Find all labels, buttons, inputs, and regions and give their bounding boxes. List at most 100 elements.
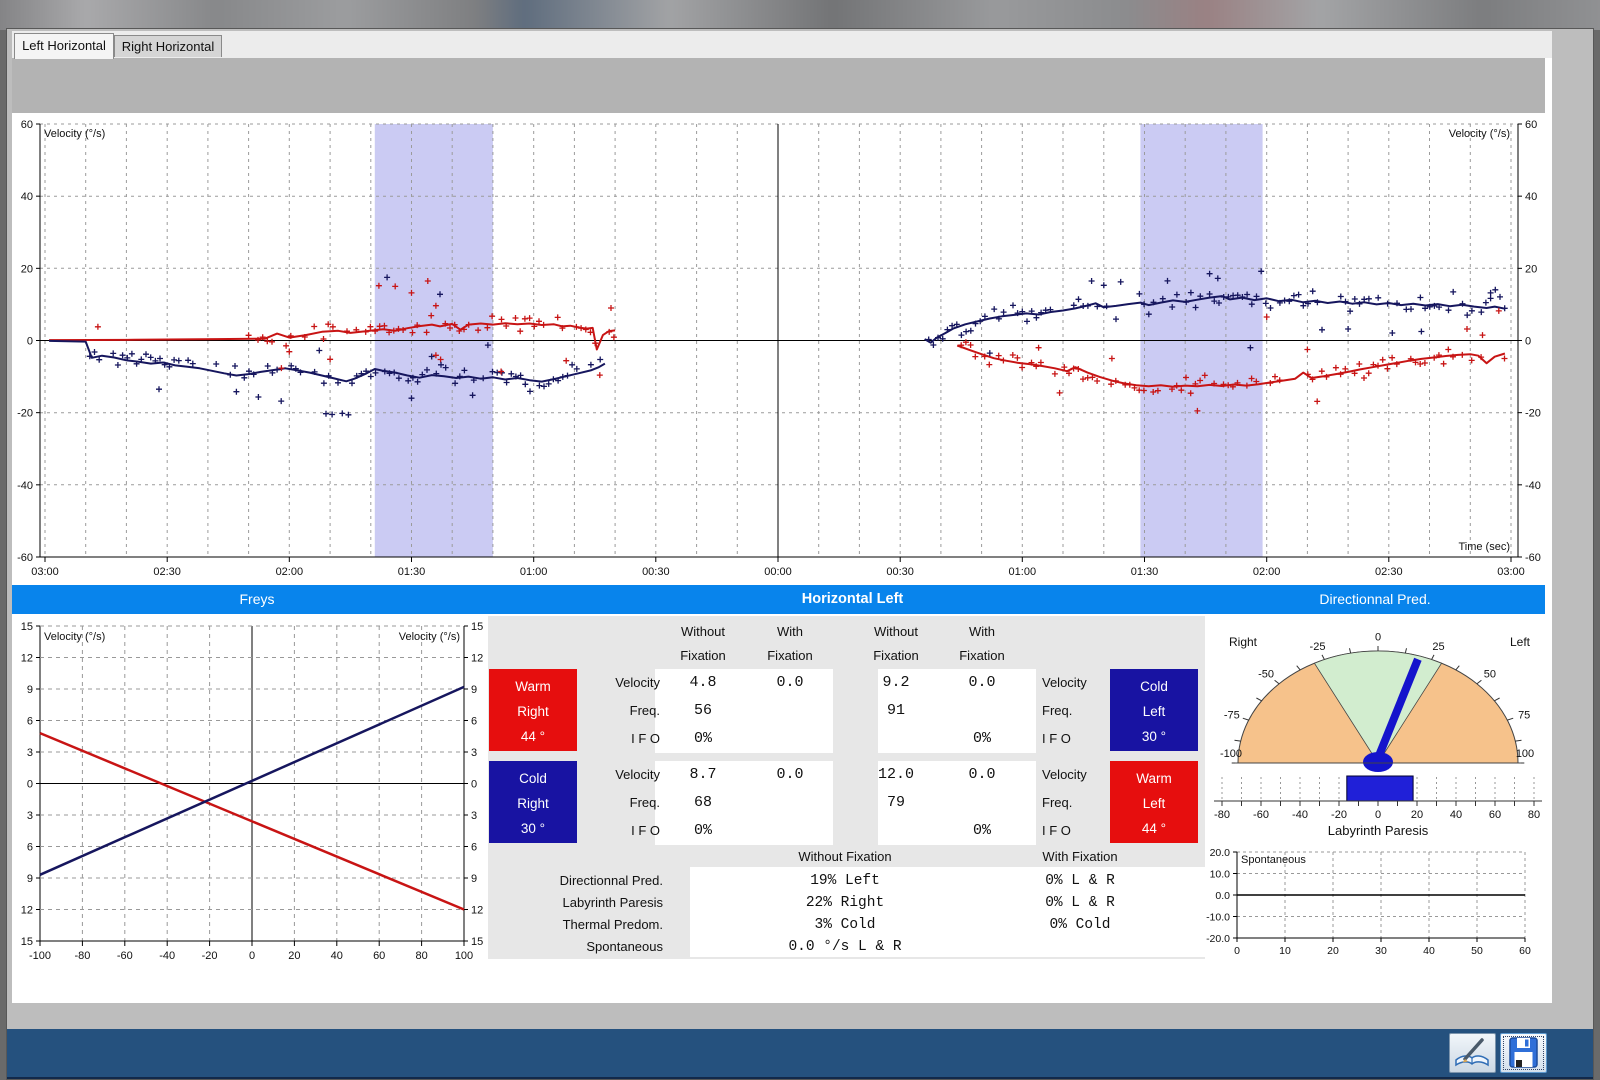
ifo-value: 0%: [658, 730, 748, 748]
svg-text:15: 15: [21, 621, 33, 633]
svg-text:3: 3: [471, 810, 477, 822]
row-label-velocity: Velocity: [550, 766, 660, 784]
svg-text:60: 60: [21, 119, 33, 131]
svg-text:Left: Left: [1510, 635, 1531, 649]
svg-text:60: 60: [373, 950, 385, 962]
svg-text:15: 15: [471, 936, 483, 948]
freq-value: 79: [851, 794, 941, 812]
row-label-velocity: Velocity: [1042, 674, 1152, 692]
svg-text:50: 50: [1484, 669, 1496, 681]
svg-text:6: 6: [27, 842, 33, 854]
svg-text:-60: -60: [1253, 809, 1269, 821]
svg-text:-60: -60: [117, 950, 133, 962]
velocity-value: 12.0: [851, 766, 941, 784]
toolbar-empty: [12, 58, 1545, 113]
tab-left-horizontal[interactable]: Left Horizontal: [14, 33, 114, 59]
svg-text:12: 12: [471, 905, 483, 917]
svg-text:02:30: 02:30: [1375, 566, 1403, 578]
svg-text:40: 40: [1423, 945, 1435, 957]
svg-text:100: 100: [455, 950, 473, 962]
svg-text:12: 12: [21, 653, 33, 665]
svg-text:-100: -100: [1220, 748, 1242, 760]
tab-right-horizontal[interactable]: Right Horizontal: [114, 35, 222, 57]
summary-value: 0% Cold: [990, 915, 1170, 935]
velocity-value: 0.0: [745, 674, 835, 692]
svg-text:80: 80: [1528, 809, 1540, 821]
svg-text:40: 40: [331, 950, 343, 962]
summary-value: 0.0 °/s L & R: [755, 937, 935, 957]
velocity-value: 4.8: [658, 674, 748, 692]
edit-report-button[interactable]: [1449, 1033, 1496, 1073]
svg-text:-40: -40: [17, 480, 33, 492]
row-label-ifo: I F O: [550, 730, 660, 748]
svg-text:3: 3: [27, 810, 33, 822]
column-header: WithoutFixation: [851, 619, 941, 667]
svg-text:01:00: 01:00: [1009, 566, 1037, 578]
svg-text:15: 15: [471, 621, 483, 633]
svg-text:6: 6: [27, 716, 33, 728]
row-label-velocity: Velocity: [550, 674, 660, 692]
svg-text:Velocity (°/s): Velocity (°/s): [399, 631, 460, 643]
column-header: WithoutFixation: [658, 619, 748, 667]
row-label-ifo: I F O: [1042, 730, 1152, 748]
svg-text:03:00: 03:00: [31, 566, 59, 578]
svg-text:60: 60: [1489, 809, 1501, 821]
svg-text:40: 40: [21, 191, 33, 203]
row-label-freq: Freq.: [1042, 794, 1152, 812]
velocity-value: 0.0: [937, 766, 1027, 784]
caloric-velocity-chart: 60604040202000-20-20-40-40-60-6003:0002:…: [12, 116, 1548, 584]
svg-text:6: 6: [471, 842, 477, 854]
summary-label: Spontaneous: [488, 937, 663, 957]
svg-text:12: 12: [21, 905, 33, 917]
tab-bar: Left Horizontal Right Horizontal: [12, 31, 1552, 58]
freq-value: 68: [658, 794, 748, 812]
svg-text:-20: -20: [1331, 809, 1347, 821]
svg-text:Labyrinth Paresis: Labyrinth Paresis: [1328, 823, 1429, 838]
svg-text:Time (sec): Time (sec): [1458, 541, 1510, 553]
ifo-value: 0%: [937, 730, 1027, 748]
summary-label: Directionnal Pred.: [488, 871, 663, 891]
svg-text:Velocity (°/s): Velocity (°/s): [44, 631, 105, 643]
svg-text:50: 50: [1471, 945, 1483, 957]
svg-text:10.0: 10.0: [1210, 869, 1231, 881]
svg-text:60: 60: [1525, 119, 1537, 131]
row-label-freq: Freq.: [550, 794, 660, 812]
svg-text:-80: -80: [1214, 809, 1230, 821]
svg-text:9: 9: [471, 684, 477, 696]
svg-text:20: 20: [1525, 263, 1537, 275]
application-window: Left Horizontal Right Horizontal 6060404…: [6, 28, 1594, 1080]
svg-text:0: 0: [1234, 945, 1240, 957]
title-bar: [0, 0, 1600, 30]
svg-text:6: 6: [471, 716, 477, 728]
summary-value: [990, 937, 1170, 957]
freys-chart: 151512129966330033669912121515-100-80-60…: [12, 616, 502, 976]
svg-text:10: 10: [1279, 945, 1291, 957]
status-bar: [7, 1029, 1593, 1077]
row-label-ifo: I F O: [1042, 822, 1152, 840]
caloric-results-table: WithoutFixation WithFixation WithoutFixa…: [488, 616, 1205, 959]
ifo-value: 0%: [658, 822, 748, 840]
svg-text:Right: Right: [1229, 635, 1258, 649]
svg-text:3: 3: [471, 747, 477, 759]
svg-text:-60: -60: [1525, 552, 1541, 564]
svg-text:Spontaneous: Spontaneous: [1241, 854, 1306, 866]
directional-preponderance-panel: -100-75-50-250255075100RightLeft-80-60-4…: [1205, 616, 1552, 1003]
svg-text:02:00: 02:00: [276, 566, 304, 578]
svg-text:9: 9: [27, 873, 33, 885]
svg-text:12: 12: [471, 653, 483, 665]
summary-value: 0% L & R: [990, 893, 1170, 913]
row-label-ifo: I F O: [550, 822, 660, 840]
ifo-value: 0%: [937, 822, 1027, 840]
row-label-freq: Freq.: [1042, 702, 1152, 720]
svg-text:Velocity (°/s): Velocity (°/s): [44, 128, 105, 140]
svg-text:0: 0: [27, 779, 33, 791]
svg-text:0: 0: [249, 950, 255, 962]
blurred-desktop-strip: [0, 0, 1600, 30]
svg-text:00:00: 00:00: [764, 566, 792, 578]
freq-value: 91: [851, 702, 941, 720]
save-button[interactable]: [1500, 1033, 1547, 1073]
row-label-velocity: Velocity: [1042, 766, 1152, 784]
svg-text:20: 20: [1327, 945, 1339, 957]
svg-text:01:30: 01:30: [1131, 566, 1159, 578]
tab-label: Left Horizontal: [22, 38, 106, 53]
